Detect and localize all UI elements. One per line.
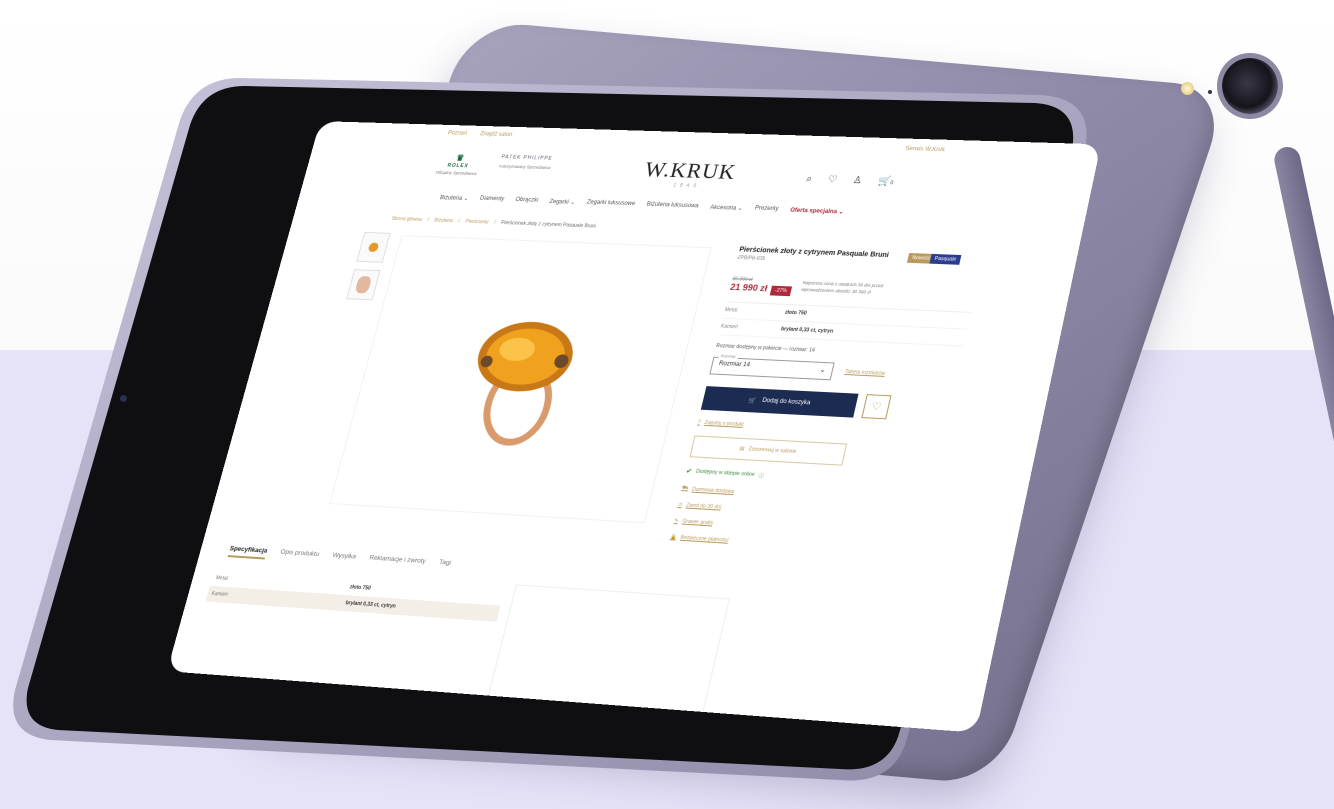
return-icon: ↺ xyxy=(677,502,683,508)
nav-item[interactable]: Prezenty xyxy=(754,206,779,214)
thumbnail-hand[interactable] xyxy=(346,269,380,300)
wishlist-button[interactable]: ♡ xyxy=(861,394,891,419)
top-link-service[interactable]: Serwis W.Kruk xyxy=(905,146,946,153)
chevron-down-icon: ⌄ xyxy=(819,366,827,374)
extra-link-label: Zwrot do 30 dni xyxy=(685,502,721,510)
extra-link-label: Grawer gratis xyxy=(682,519,714,527)
check-icon: ✔ xyxy=(685,467,693,475)
rear-camera-icon xyxy=(1222,58,1278,114)
tab-description[interactable]: Opis produktu xyxy=(278,549,320,563)
user-icon[interactable]: ♙ xyxy=(852,175,863,186)
patek-logo-text: PATEK PHILIPPE xyxy=(498,154,557,161)
tab-tags[interactable]: Tagi xyxy=(437,559,452,572)
product-info: Pierścionek złoty z cytrynem Pasquale Br… xyxy=(669,246,983,555)
ring-image xyxy=(434,301,607,453)
reserve-label: Zarezerwuj w salonie xyxy=(748,446,797,455)
discount-badge: -27% xyxy=(770,286,792,297)
info-icon[interactable]: ⓘ xyxy=(758,472,765,479)
cart-row: 🛒 Dodaj do koszyka ♡ xyxy=(701,386,952,422)
tab-shipping[interactable]: Wysyłka xyxy=(330,552,356,565)
rolex-badge[interactable]: ♛ ROLEX Oficjalny Sprzedawca xyxy=(427,152,489,176)
tab-specification[interactable]: Specyfikacja xyxy=(228,545,269,559)
heart-icon[interactable]: ♡ xyxy=(827,174,838,185)
breadcrumb: Strona główna / Biżuteria / Pierścionki / P… xyxy=(391,216,597,229)
patek-sub: Autoryzowany Sprzedawca xyxy=(496,164,554,171)
nav-item[interactable]: Biżuteria luksusowa xyxy=(646,202,700,210)
truck-icon: ⛟ xyxy=(681,485,689,492)
availability-label: Dostępny w sklepie online xyxy=(695,469,755,478)
extra-link[interactable]: ⛟ Darmowa dostawa xyxy=(681,485,929,506)
cart-icon: 🛒 xyxy=(748,397,757,404)
front-camera-icon xyxy=(120,395,127,402)
store-icon: ▤ xyxy=(739,446,745,452)
attribute-value: brylant 0,33 ct, cytryn xyxy=(780,326,833,334)
breadcrumb-item[interactable]: Strona główna xyxy=(391,216,423,223)
breadcrumb-item[interactable]: Pierścionki xyxy=(465,219,489,225)
main-nav: Biżuteria ⌄ Diamenty Obrączki Zegarki ⌄ … xyxy=(439,194,844,215)
product-tabs: Specyfikacja Opis produktu Wysyłka Rekla… xyxy=(228,545,452,571)
recommendation-box xyxy=(487,584,730,714)
header-icons: ⌕ ♡ ♙ 🛒0 xyxy=(805,174,895,187)
patek-badge[interactable]: PATEK PHILIPPE Autoryzowany Sprzedawca xyxy=(496,154,557,170)
microphone-icon xyxy=(1208,90,1212,94)
ask-product-label: Zapytaj o produkt xyxy=(704,420,744,428)
question-icon: ? xyxy=(697,420,701,426)
current-price: 21 990 zł xyxy=(729,282,768,293)
availability: ✔ Dostępny w sklepie online ⓘ xyxy=(685,467,933,489)
lock-icon: 🔒 xyxy=(669,534,677,540)
thumbnail-ring[interactable] xyxy=(356,232,390,263)
spec-table: Metal złoto 750 Kamień brylant 0,33 ct, … xyxy=(206,570,505,622)
rolex-sub: Oficjalny Sprzedawca xyxy=(427,170,485,177)
breadcrumb-current: Pierścionek złoty z cytrynem Pasquale Br… xyxy=(500,220,596,229)
cart-icon[interactable]: 🛒0 xyxy=(877,176,895,187)
size-row: Rozmiar Rozmiar 14 ⌄ Tabela rozmiarów xyxy=(709,357,958,387)
attributes: Metal złoto 750 Kamień brylant 0,33 ct, … xyxy=(719,301,971,346)
nav-item[interactable]: Zegarki ⌄ xyxy=(549,198,576,205)
thumbnail-list xyxy=(344,232,391,308)
ask-product-link[interactable]: ? Zapytaj o produkt xyxy=(697,420,944,439)
size-select-value: Rozmiar 14 xyxy=(718,361,750,368)
badge-brand: Pasquale xyxy=(929,254,961,265)
add-to-cart-button[interactable]: 🛒 Dodaj do koszyka xyxy=(701,386,859,417)
nav-item[interactable]: Obrączki xyxy=(514,197,538,204)
spec-value: złoto 750 xyxy=(349,584,371,591)
rolex-logo-text: ROLEX xyxy=(429,162,487,169)
tab-returns[interactable]: Reklamacje i zwroty xyxy=(367,554,426,570)
tablet-screen: Poznań Znajdź salon Serwis W.Kruk ♛ ROLE… xyxy=(167,121,1101,733)
extra-link-label: Darmowa dostawa xyxy=(692,486,735,494)
site-logo[interactable]: W.KRUK 1840 xyxy=(641,157,739,190)
price-block: 30 390 zł 21 990 zł -27% Najniższa cena z… xyxy=(729,276,976,302)
spec-value: brylant 0,33 ct, cytryn xyxy=(345,600,397,609)
top-links: Poznań Znajdź salon xyxy=(447,130,513,137)
cart-count: 0 xyxy=(890,180,894,186)
nav-item-promo[interactable]: Oferta specjalna ⌄ xyxy=(789,207,844,216)
attribute-key: Metal xyxy=(724,307,785,315)
add-to-cart-label: Dodaj do koszyka xyxy=(761,398,810,406)
size-guide-link[interactable]: Tabela rozmiarów xyxy=(844,369,886,377)
attribute-value: złoto 750 xyxy=(784,310,807,317)
size-select[interactable]: Rozmiar Rozmiar 14 ⌄ xyxy=(709,357,834,381)
heart-icon: ♡ xyxy=(871,401,883,412)
lowest-price-note: Najniższa cena z ostatnich 30 dni przed … xyxy=(800,279,905,297)
attribute-key: Kamień xyxy=(720,324,782,333)
search-icon[interactable]: ⌕ xyxy=(805,174,813,185)
camera-flash-icon xyxy=(1181,82,1194,95)
top-link-city[interactable]: Poznań xyxy=(447,130,468,136)
breadcrumb-item[interactable]: Biżuteria xyxy=(434,218,454,224)
engrave-icon: ✎ xyxy=(673,518,679,524)
extra-link[interactable]: 🔒 Bezpieczne płatności xyxy=(669,534,918,556)
reserve-button[interactable]: ▤ Zarezerwuj w salonie xyxy=(689,435,847,465)
spec-key: Kamień xyxy=(211,591,347,606)
top-link-find-salon[interactable]: Znajdź salon xyxy=(479,131,513,138)
nav-item[interactable]: Diamenty xyxy=(479,196,505,203)
extra-link-label: Bezpieczne płatności xyxy=(680,535,729,544)
product-image[interactable] xyxy=(329,235,712,523)
logo-main: W.KRUK xyxy=(642,157,739,184)
size-select-label: Rozmiar xyxy=(718,353,738,359)
nav-item[interactable]: Zegarki luksusowe xyxy=(586,200,636,208)
nav-item[interactable]: Biżuteria ⌄ xyxy=(439,194,469,202)
nav-item[interactable]: Akcesoria ⌄ xyxy=(709,204,743,212)
